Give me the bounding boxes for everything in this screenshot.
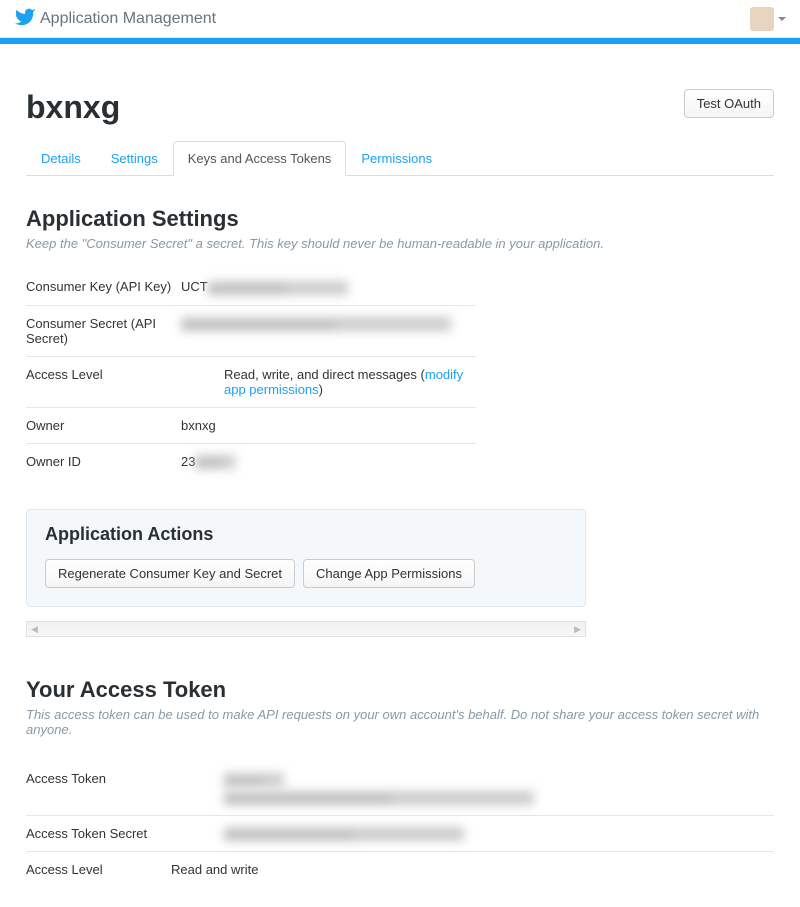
tabs: Details Settings Keys and Access Tokens … — [26, 141, 774, 176]
chevron-down-icon — [778, 17, 786, 21]
token-access-level-label: Access Level — [26, 862, 171, 877]
scroll-right-icon: ▶ — [574, 624, 581, 635]
redacted-text: xxxxxxxxxxxxxxxxxxxxxxxxxx — [224, 791, 534, 805]
token-access-level-value: Read and write — [171, 862, 774, 877]
redacted-text: xxxxxx — [224, 773, 284, 787]
avatar — [750, 7, 774, 31]
access-token-table: Access Token xxxxxx xxxxxxxxxxxxxxxxxxxx… — [26, 761, 774, 887]
consumer-key-prefix: UCT — [181, 279, 208, 294]
scroll-left-icon: ◀ — [31, 624, 38, 635]
change-permissions-button[interactable]: Change App Permissions — [303, 559, 475, 588]
redacted-text: xxxxxxxxxxxx — [208, 281, 348, 295]
consumer-key-value: UCTxxxxxxxxxxxx — [181, 279, 476, 295]
user-menu[interactable] — [750, 7, 786, 31]
consumer-secret-value: xxxxxxxxxxxxxxxxxxxxxxxx — [181, 316, 476, 346]
access-level-row: Access Level Read, write, and direct mes… — [26, 357, 476, 408]
access-token-row: Access Token xxxxxx xxxxxxxxxxxxxxxxxxxx… — [26, 761, 774, 816]
app-name: bxnxg — [26, 89, 120, 126]
test-oauth-button[interactable]: Test OAuth — [684, 89, 774, 118]
app-actions-title: Application Actions — [45, 524, 567, 545]
owner-id-row: Owner ID 23xxxx — [26, 444, 476, 480]
consumer-key-row: Consumer Key (API Key) UCTxxxxxxxxxxxx — [26, 269, 476, 306]
token-access-level-row: Access Level Read and write — [26, 852, 774, 887]
access-token-secret-value: xxxxxxxxxxxxxxxxxxxx — [224, 826, 774, 842]
main-container: bxnxg Test OAuth Details Settings Keys a… — [0, 44, 800, 907]
app-actions-panel: Application Actions Regenerate Consumer … — [26, 509, 586, 607]
tab-keys-tokens[interactable]: Keys and Access Tokens — [173, 141, 347, 176]
app-header: bxnxg Test OAuth — [26, 89, 774, 126]
access-level-prefix: Read, write, and direct messages ( — [224, 367, 425, 382]
access-level-label: Access Level — [26, 367, 224, 397]
tab-permissions[interactable]: Permissions — [346, 141, 447, 176]
owner-id-label: Owner ID — [26, 454, 181, 470]
tab-details[interactable]: Details — [26, 141, 96, 176]
owner-value: bxnxg — [181, 418, 476, 433]
redacted-text: xxxxxxxxxxxxxxxxxxxxxxxx — [181, 317, 451, 331]
access-token-value: xxxxxx xxxxxxxxxxxxxxxxxxxxxxxxxx — [224, 771, 774, 805]
app-settings-table: Consumer Key (API Key) UCTxxxxxxxxxxxx C… — [26, 269, 476, 479]
access-level-suffix: ) — [319, 382, 323, 397]
horizontal-scrollbar[interactable]: ◀ ▶ — [26, 621, 586, 637]
access-token-section: Your Access Token This access token can … — [26, 677, 774, 887]
consumer-secret-row: Consumer Secret (API Secret) xxxxxxxxxxx… — [26, 306, 476, 357]
header-title: Application Management — [40, 10, 216, 28]
owner-id-value: 23xxxx — [181, 454, 476, 470]
redacted-text: xxxxxxxxxxxxxxxxxxxx — [224, 827, 464, 841]
redacted-text: xxxx — [195, 455, 235, 469]
access-token-secret-label: Access Token Secret — [26, 826, 224, 842]
app-settings-desc: Keep the "Consumer Secret" a secret. Thi… — [26, 236, 774, 251]
owner-id-prefix: 23 — [181, 454, 195, 469]
header-left: Application Management — [14, 6, 216, 31]
access-token-secret-row: Access Token Secret xxxxxxxxxxxxxxxxxxxx — [26, 816, 774, 853]
consumer-key-label: Consumer Key (API Key) — [26, 279, 181, 295]
owner-label: Owner — [26, 418, 181, 433]
access-level-value: Read, write, and direct messages (modify… — [224, 367, 476, 397]
consumer-secret-label: Consumer Secret (API Secret) — [26, 316, 181, 346]
owner-row: Owner bxnxg — [26, 408, 476, 444]
app-actions-buttons: Regenerate Consumer Key and Secret Chang… — [45, 559, 567, 588]
twitter-logo-icon — [14, 6, 36, 31]
access-token-label: Access Token — [26, 771, 224, 805]
top-header: Application Management — [0, 0, 800, 38]
app-settings-title: Application Settings — [26, 206, 774, 232]
tab-settings[interactable]: Settings — [96, 141, 173, 176]
regenerate-key-button[interactable]: Regenerate Consumer Key and Secret — [45, 559, 295, 588]
access-token-title: Your Access Token — [26, 677, 774, 703]
access-token-desc: This access token can be used to make AP… — [26, 707, 774, 737]
